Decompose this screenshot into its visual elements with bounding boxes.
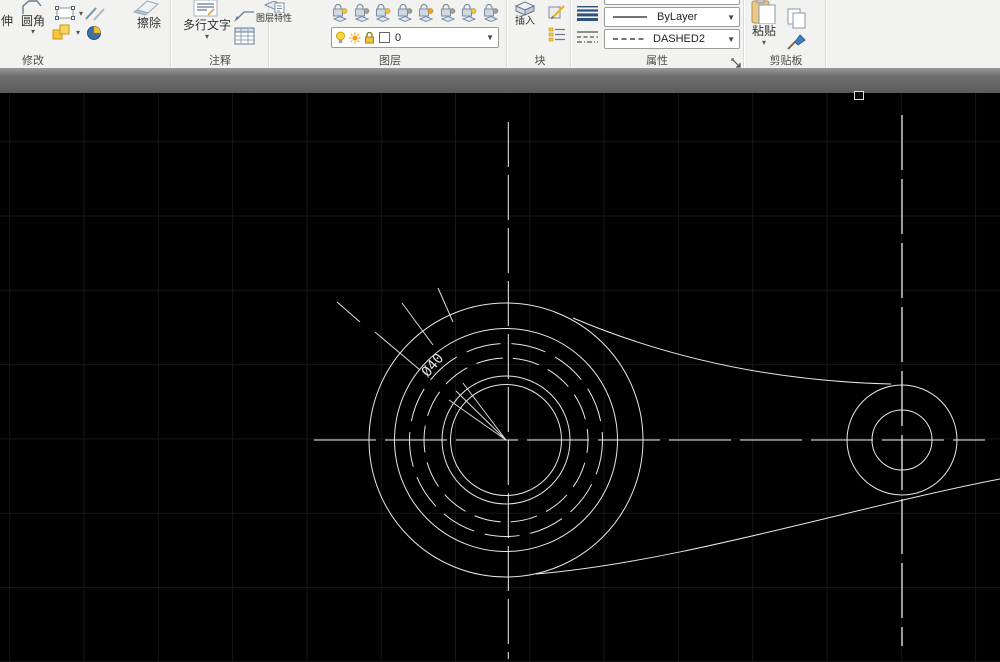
lineweight-sample: [613, 14, 647, 20]
layer-lock-icon[interactable]: [396, 3, 414, 28]
lineweight-select[interactable]: ByLayer ▼: [604, 7, 740, 27]
insert-button[interactable]: 插入: [510, 17, 540, 27]
arrow-line[interactable]: [463, 383, 506, 440]
layer-isolate-icon[interactable]: [353, 3, 371, 28]
scale-rect-icon[interactable]: [55, 5, 77, 26]
chamfer-lines-icon[interactable]: [84, 6, 108, 26]
erase-button[interactable]: 擦除: [132, 17, 166, 30]
dimension-text[interactable]: Ø40: [419, 351, 448, 381]
panel-separator: [570, 0, 572, 67]
layer-previous-icon[interactable]: [439, 3, 457, 28]
bottom-tangent-curve[interactable]: [536, 479, 1000, 574]
lineweight-value: ByLayer: [657, 11, 697, 23]
layer-match-glyph: [417, 3, 435, 23]
layers-panel-label: 图层: [367, 55, 413, 67]
layer-off-icon[interactable]: [331, 3, 349, 28]
layer-freeze-icon[interactable]: [374, 3, 392, 28]
block-attributes-icon[interactable]: [548, 26, 567, 48]
panel-separator: [825, 0, 827, 67]
ribbon: 伸 圆角 ▾ ▾ ▾: [0, 0, 1000, 69]
annotate-panel-label: 注释: [197, 55, 243, 67]
color-select-cropped[interactable]: [604, 0, 740, 5]
table-icon[interactable]: [234, 27, 255, 51]
block-panel-label: 块: [528, 55, 552, 67]
block-edit-icon[interactable]: [548, 3, 567, 25]
paste-button[interactable]: 粘贴: [749, 25, 779, 38]
lock-icon[interactable]: [364, 31, 375, 44]
properties-panel-label: 属性: [634, 55, 680, 67]
array-squares-icon[interactable]: [52, 24, 74, 45]
layer-tools-row: [331, 3, 501, 23]
layer-off-glyph: [331, 3, 349, 23]
layer-merge-glyph: [482, 3, 500, 23]
autocad-window: { "ribbon": { "labels": { "stretch_parti…: [0, 0, 1000, 662]
linetype-value: DASHED2: [653, 33, 705, 45]
cad-drawing: Ø40: [0, 93, 1000, 662]
scale-dropdown-arrow[interactable]: ▾: [79, 10, 83, 18]
layer-color-swatch[interactable]: [379, 32, 390, 43]
panel-separator: [743, 0, 745, 67]
linetype-select[interactable]: DASHED2 ▼: [604, 29, 740, 49]
layer-merge-icon[interactable]: [482, 3, 500, 28]
center-arrow-fan[interactable]: [449, 383, 506, 440]
bulb-icon[interactable]: [335, 31, 346, 44]
linetype-icon[interactable]: [576, 30, 599, 51]
layer-previous-glyph: [439, 3, 457, 23]
drawing-canvas[interactable]: Ø40: [0, 93, 1000, 662]
linetype-select-arrow[interactable]: ▼: [727, 35, 735, 44]
modify-panel-label: 修改: [10, 55, 56, 67]
match-properties-brush-icon[interactable]: [786, 33, 807, 56]
layer-select-arrow[interactable]: ▼: [486, 33, 494, 42]
fillet-dropdown-arrow[interactable]: ▾: [28, 28, 38, 36]
layer-lock-glyph: [396, 3, 414, 23]
linetype-sample: [613, 36, 647, 42]
mtext-button[interactable]: 多行文字: [180, 19, 234, 32]
top-tangent-curve[interactable]: [573, 318, 891, 384]
mtext-dropdown-arrow[interactable]: ▾: [202, 33, 212, 41]
layer-properties-button[interactable]: 图层特性: [254, 13, 294, 23]
layer-unlock-glyph: [460, 3, 478, 23]
layer-freeze-glyph: [374, 3, 392, 23]
panel-separator: [506, 0, 508, 67]
join-sphere-icon[interactable]: [85, 24, 107, 45]
ray-segment[interactable]: [337, 302, 360, 322]
stretch-button-label[interactable]: 伸: [0, 15, 16, 28]
array-dropdown-arrow[interactable]: ▾: [76, 29, 80, 37]
arrow-line[interactable]: [449, 400, 506, 440]
leader-icon[interactable]: [233, 7, 256, 28]
lineweight-icon[interactable]: [576, 6, 599, 26]
paste-dropdown-arrow[interactable]: ▾: [759, 39, 769, 47]
sun-icon[interactable]: [349, 32, 361, 44]
layer-isolate-glyph: [353, 3, 371, 23]
lineweight-select-arrow[interactable]: ▼: [727, 13, 735, 22]
layer-match-icon[interactable]: [417, 3, 435, 28]
layer-select[interactable]: 0 ▼: [331, 27, 499, 48]
ray-segment[interactable]: [402, 303, 433, 345]
selection-grip-square[interactable]: [854, 91, 864, 100]
panel-separator: [170, 0, 172, 67]
drawing-area-title-bar: [0, 68, 1000, 94]
layer-unlock-icon[interactable]: [460, 3, 478, 28]
arrow-line[interactable]: [456, 391, 506, 440]
layer-current-value: 0: [395, 32, 401, 44]
clipboard-panel-label: 剪贴板: [753, 55, 819, 67]
copy-icon[interactable]: [786, 8, 808, 34]
